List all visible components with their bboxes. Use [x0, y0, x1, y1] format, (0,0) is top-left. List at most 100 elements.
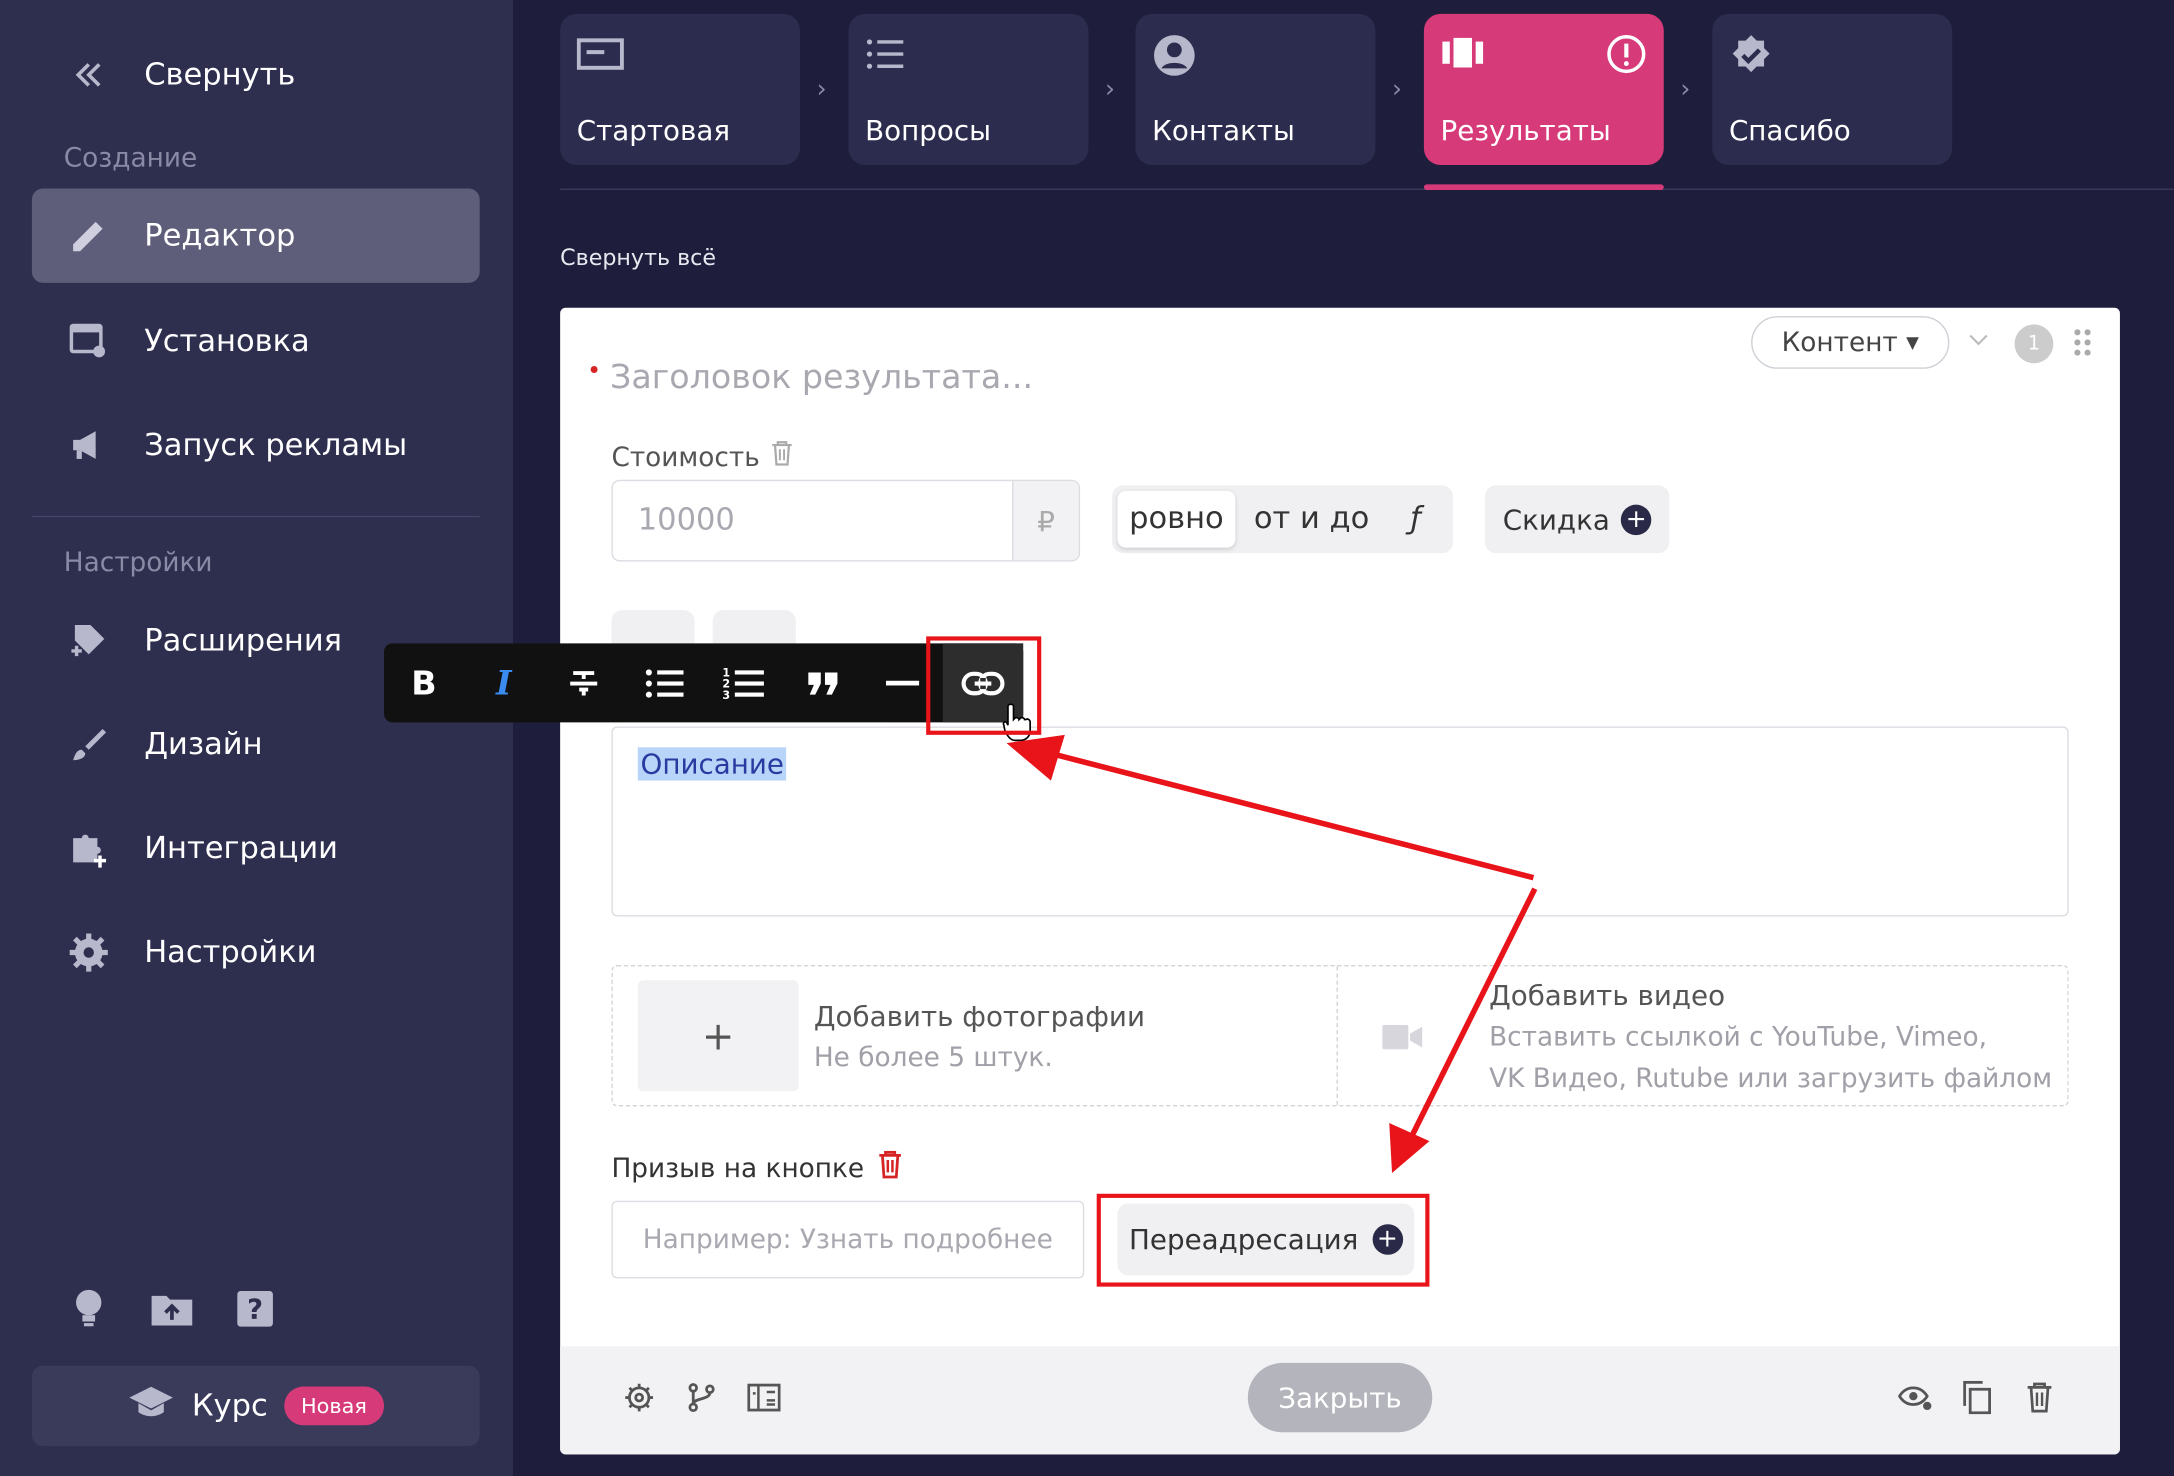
copy-icon[interactable]: [1956, 1377, 1998, 1419]
course-label: Курс: [191, 1388, 268, 1424]
quote-button[interactable]: [783, 643, 863, 722]
media-upload-area: + Добавить фотографии Не более 5 штук. Д…: [611, 964, 2069, 1107]
tab-label: Результаты: [1440, 113, 1611, 147]
tab-results[interactable]: Результаты: [1423, 13, 1664, 165]
sidebar-item-editor[interactable]: Редактор: [31, 188, 480, 283]
calculator-icon[interactable]: [743, 1377, 785, 1419]
strikethrough-button[interactable]: [544, 643, 624, 722]
card-footer: Закрыть: [560, 1346, 2120, 1455]
required-marker: [590, 366, 598, 373]
order-badge: 1: [2014, 324, 2054, 364]
sidebar-collapse[interactable]: Свернуть: [32, 28, 480, 122]
add-photo-button[interactable]: +: [637, 980, 799, 1092]
price-placeholder: 10000: [637, 503, 735, 538]
bullet-list-icon: [645, 668, 683, 697]
tab-thanks[interactable]: Спасибо: [1712, 13, 1953, 165]
window-gear-icon: [67, 319, 111, 363]
add-video-label[interactable]: Добавить видео: [1489, 979, 1725, 1012]
drag-handle-icon[interactable]: [2071, 327, 2093, 363]
help-icon[interactable]: ?: [233, 1287, 277, 1331]
caret-down-icon: ▼: [1906, 332, 1919, 353]
bullet-list-button[interactable]: [624, 643, 704, 722]
cta-label: Призыв на кнопке: [611, 1150, 903, 1186]
trash-icon[interactable]: [2019, 1377, 2061, 1419]
annotation-highlight-redirect: [1096, 1193, 1430, 1287]
cta-label-text: Призыв на кнопке: [611, 1152, 865, 1184]
numbered-list-icon: 123: [723, 666, 765, 701]
italic-button[interactable]: I: [464, 643, 544, 722]
strikethrough-icon: [570, 670, 598, 695]
sidebar-bottom-icons: ?: [67, 1287, 278, 1331]
list-icon: [865, 33, 912, 80]
alert-icon: [1606, 33, 1648, 80]
sidebar-item-settings[interactable]: Настройки: [32, 905, 480, 999]
chevron-right-icon: ›: [1105, 74, 1116, 104]
lightbulb-icon[interactable]: [67, 1287, 111, 1331]
svg-text:3: 3: [723, 688, 731, 701]
course-button[interactable]: Курс Новая: [31, 1365, 480, 1447]
chevron-right-icon: ›: [1680, 74, 1691, 104]
sidebar-item-label: Интеграции: [144, 831, 338, 866]
close-button[interactable]: Закрыть: [1247, 1362, 1433, 1433]
trash-icon[interactable]: [878, 1150, 903, 1186]
gear-icon: [67, 930, 111, 974]
tab-start[interactable]: Стартовая: [560, 13, 800, 165]
folder-upload-icon[interactable]: [150, 1287, 194, 1331]
result-title-input[interactable]: Заголовок результата...: [610, 358, 1033, 397]
description-editor[interactable]: Описание: [611, 726, 2069, 917]
brush-icon: [67, 722, 111, 766]
tab-label: Вопросы: [865, 113, 992, 147]
sidebar-item-label: Дизайн: [144, 727, 263, 762]
sidebar-item-label: Настройки: [144, 935, 317, 970]
price-mode-range[interactable]: от и до: [1235, 491, 1388, 548]
section-create: Создание: [63, 142, 198, 174]
price-mode-exact[interactable]: ровно: [1117, 490, 1236, 548]
settings-gear-icon[interactable]: [618, 1377, 660, 1419]
collapse-all-link[interactable]: Свернуть всё: [560, 244, 716, 270]
double-chevron-left-icon: [67, 53, 111, 97]
cost-label-text: Стоимость: [611, 441, 760, 473]
puzzle-plus-icon: [67, 826, 111, 870]
annotation-highlight-link: [926, 636, 1042, 735]
video-hint-line1: Вставить ссылкой с YouTube, Vimeo,: [1489, 1021, 1987, 1053]
branch-icon[interactable]: [681, 1377, 723, 1419]
content-dropdown[interactable]: Контент ▼: [1751, 316, 1950, 369]
cta-input[interactable]: Например: Узнать подробнее: [611, 1200, 1085, 1279]
discount-button[interactable]: Скидка +: [1484, 485, 1670, 554]
sidebar-item-label: Редактор: [144, 218, 296, 254]
sidebar-item-integrations[interactable]: Интеграции: [32, 801, 480, 895]
price-mode-formula[interactable]: ƒ: [1388, 491, 1443, 548]
price-mode-segmented: ровно от и до ƒ: [1111, 485, 1454, 554]
price-input[interactable]: 10000 ₽: [611, 479, 1081, 562]
tab-label: Спасибо: [1728, 113, 1851, 147]
photos-hint: Не более 5 штук.: [813, 1042, 1053, 1074]
sidebar: Свернуть Создание Редактор Установка Зап…: [0, 0, 513, 1476]
numbered-list-button[interactable]: 123: [703, 643, 783, 722]
graduation-cap-icon: [128, 1384, 175, 1428]
cost-label: Стоимость: [611, 441, 793, 473]
eye-settings-icon[interactable]: [1895, 1377, 1937, 1419]
sidebar-divider: [31, 515, 480, 518]
sidebar-item-label: Запуск рекламы: [144, 427, 408, 463]
sidebar-item-label: Установка: [144, 323, 310, 359]
screen-icon: [576, 33, 624, 80]
user-circle-icon: [1152, 33, 1199, 80]
plus-circle-icon: +: [1620, 503, 1652, 535]
tab-label: Стартовая: [576, 113, 731, 147]
verified-badge-icon: [1729, 33, 1776, 80]
sidebar-item-ads[interactable]: Запуск рекламы: [32, 398, 480, 492]
section-settings: Настройки: [63, 547, 213, 579]
bold-button[interactable]: B: [384, 643, 464, 722]
discount-label: Скидка: [1502, 502, 1610, 536]
sidebar-item-install[interactable]: Установка: [32, 294, 480, 388]
tab-contacts[interactable]: Контакты: [1135, 13, 1376, 165]
new-badge: Новая: [284, 1386, 384, 1426]
description-selected-text: Описание: [637, 747, 787, 781]
trash-icon[interactable]: [771, 441, 793, 473]
chevron-down-icon[interactable]: [1966, 327, 1991, 358]
tab-questions[interactable]: Вопросы: [848, 13, 1089, 165]
chevron-right-icon: ›: [816, 74, 827, 104]
chevron-right-icon: ›: [1392, 74, 1403, 104]
horizontal-rule-icon: [886, 680, 920, 685]
results-columns-icon: [1441, 33, 1488, 80]
